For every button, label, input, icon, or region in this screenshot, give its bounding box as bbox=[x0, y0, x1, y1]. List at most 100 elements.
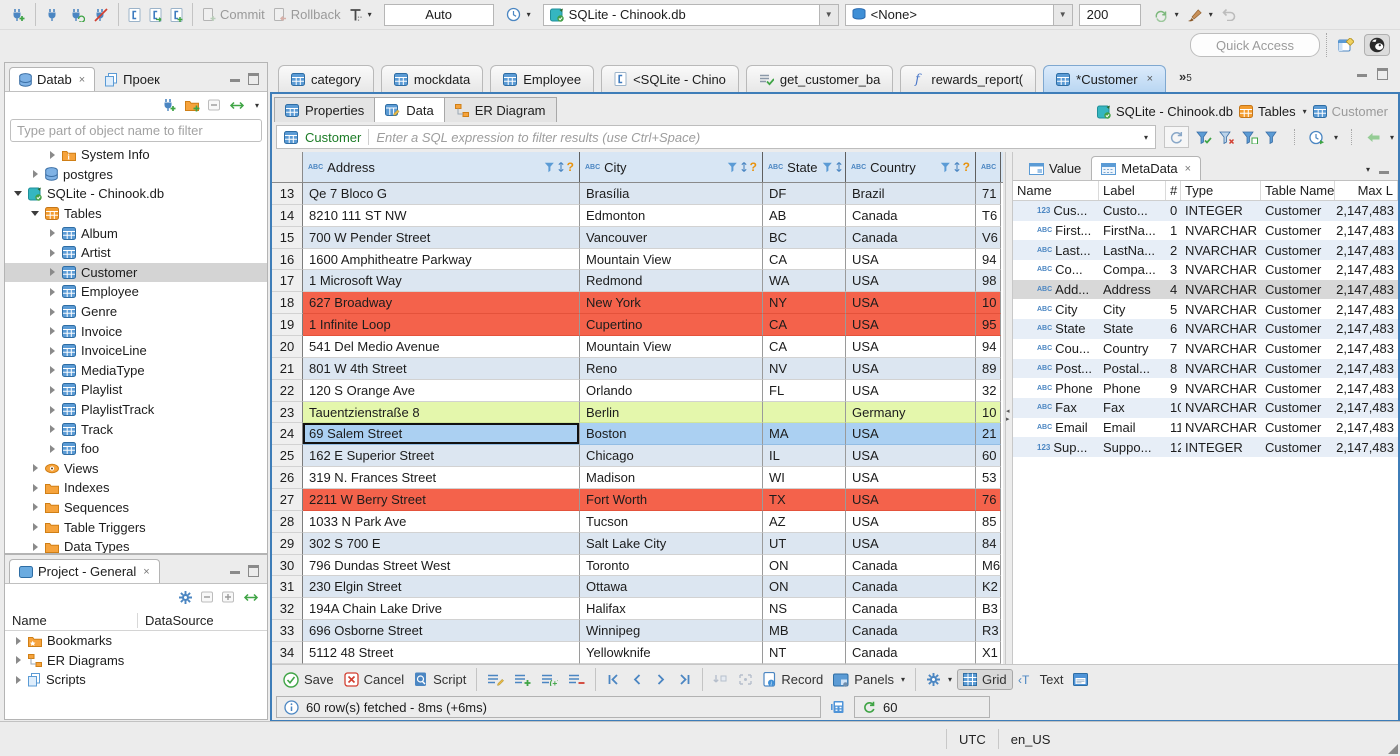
data-cell[interactable]: 94 bbox=[976, 248, 1001, 271]
data-cell[interactable]: ON bbox=[763, 554, 846, 577]
data-cell[interactable]: 8210 111 ST NW bbox=[303, 204, 580, 227]
data-cell[interactable]: 319 N. Frances Street bbox=[303, 467, 580, 490]
tree-item-table-triggers[interactable]: Table Triggers bbox=[5, 517, 267, 537]
expand-arrow-icon[interactable] bbox=[30, 523, 40, 532]
tree-item-data-types[interactable]: Data Types bbox=[5, 537, 267, 553]
data-cell[interactable]: Salt Lake City bbox=[580, 532, 763, 555]
data-cell[interactable]: Toronto bbox=[580, 554, 763, 577]
breadcrumb-item-0[interactable]: SQLite - Chinook.db bbox=[1096, 104, 1233, 119]
data-cell[interactable]: 10 bbox=[976, 401, 1001, 424]
data-cell[interactable]: 21 bbox=[976, 423, 1001, 446]
tab-data[interactable]: Data bbox=[375, 97, 445, 122]
sort-icon[interactable] bbox=[740, 161, 748, 173]
fetch-all-button[interactable] bbox=[733, 671, 758, 688]
editor-tab-rewards-report-[interactable]: f rewards_report( bbox=[900, 65, 1037, 92]
data-cell[interactable]: NY bbox=[763, 292, 846, 315]
expand-arrow-icon[interactable] bbox=[30, 211, 40, 217]
data-cell[interactable]: 69 Salem Street bbox=[303, 423, 580, 446]
expand-arrow-icon[interactable] bbox=[30, 503, 40, 512]
meta-column-label[interactable]: Label bbox=[1099, 181, 1166, 200]
tree-item-system-info[interactable]: i System Info bbox=[5, 145, 267, 165]
expand-arrow-icon[interactable] bbox=[47, 327, 57, 336]
data-cell[interactable]: Canada bbox=[846, 620, 976, 643]
tree-item-employee[interactable]: Employee bbox=[5, 282, 267, 302]
expand-arrow-icon[interactable] bbox=[47, 229, 57, 238]
project-item-bookmarks[interactable]: Bookmarks bbox=[5, 631, 267, 651]
column-header-country[interactable]: ABC Country? bbox=[846, 152, 976, 182]
data-cell[interactable]: Fort Worth bbox=[580, 489, 763, 511]
view-menu-icon[interactable]: ▾ bbox=[255, 101, 259, 110]
data-cell[interactable]: 1 Infinite Loop bbox=[303, 314, 580, 337]
data-cell[interactable]: Boston bbox=[580, 423, 763, 446]
data-cell[interactable]: K2 bbox=[976, 576, 1001, 599]
tree-item-foo[interactable]: foo bbox=[5, 439, 267, 459]
collapse-all-icon[interactable] bbox=[207, 99, 221, 111]
commit-button[interactable]: Commit bbox=[198, 5, 269, 24]
toggle-panel-button[interactable] bbox=[1068, 671, 1093, 688]
data-cell[interactable]: USA bbox=[846, 423, 976, 446]
tree-item-album[interactable]: Album bbox=[5, 223, 267, 243]
data-cell[interactable]: 801 W 4th Street bbox=[303, 357, 580, 380]
expand-arrow-icon[interactable] bbox=[13, 656, 23, 665]
data-cell[interactable]: NS bbox=[763, 598, 846, 621]
project-item-scripts[interactable]: Scripts bbox=[5, 670, 267, 690]
data-cell[interactable]: USA bbox=[846, 445, 976, 468]
tab-value[interactable]: Value bbox=[1019, 156, 1091, 180]
txn-mode-combo[interactable]: Auto bbox=[383, 3, 494, 26]
data-cell[interactable]: 541 Del Medio Avenue bbox=[303, 336, 580, 358]
column-header-state[interactable]: ABCState? bbox=[763, 152, 846, 182]
script-button[interactable]: Script bbox=[409, 670, 471, 689]
tree-item-sequences[interactable]: Sequences bbox=[5, 498, 267, 518]
meta-column-type[interactable]: Type bbox=[1181, 181, 1261, 200]
data-cell[interactable]: V6 bbox=[976, 226, 1001, 249]
connect-button[interactable] bbox=[41, 6, 65, 24]
expand-arrow-icon[interactable] bbox=[47, 366, 57, 375]
data-cell[interactable]: NT bbox=[763, 642, 846, 664]
connection-combo[interactable]: SQLite - Chinook.db ▼ bbox=[542, 3, 839, 26]
data-cell[interactable]: 2211 W Berry Street bbox=[303, 489, 580, 511]
data-cell[interactable]: 194A Chain Lake Drive bbox=[303, 598, 580, 621]
data-cell[interactable]: 71 bbox=[976, 183, 1001, 205]
tree-item-postgres[interactable]: postgres bbox=[5, 165, 267, 185]
data-cell[interactable]: AB bbox=[763, 204, 846, 227]
column-datasource[interactable]: DataSource bbox=[138, 613, 214, 628]
data-cell[interactable]: Halifax bbox=[580, 598, 763, 621]
data-cell[interactable]: Canada bbox=[846, 598, 976, 621]
data-cell[interactable]: MA bbox=[763, 423, 846, 446]
data-cell[interactable]: IL bbox=[763, 445, 846, 468]
data-cell[interactable]: MB bbox=[763, 620, 846, 643]
text-view-button[interactable]: ‹T Text bbox=[1013, 670, 1069, 689]
maximize-icon[interactable] bbox=[248, 73, 259, 85]
filter-funnel-icon[interactable] bbox=[727, 162, 738, 173]
minimize-icon[interactable] bbox=[1357, 74, 1367, 77]
result-settings-button[interactable]: ▾ bbox=[921, 670, 957, 689]
expand-arrow-icon[interactable] bbox=[47, 405, 57, 414]
prev-row-button[interactable] bbox=[625, 671, 649, 688]
data-cell[interactable]: Canada bbox=[846, 642, 976, 664]
panel-resize-handle[interactable]: ◂ ▸ bbox=[1005, 152, 1013, 664]
data-cell[interactable]: 98 bbox=[976, 270, 1001, 293]
tree-item-invoice[interactable]: Invoice bbox=[5, 321, 267, 341]
tree-item-playlist[interactable]: Playlist bbox=[5, 380, 267, 400]
meta-column-table-name[interactable]: Table Name bbox=[1261, 181, 1335, 200]
metadata-row[interactable]: 123 Sup... Suppo... 12 INTEGER Customer 2,147,… bbox=[1013, 437, 1398, 457]
expand-arrow-icon[interactable] bbox=[47, 385, 57, 394]
expand-arrow-icon[interactable] bbox=[30, 464, 40, 473]
sort-icon[interactable] bbox=[953, 161, 961, 173]
data-cell[interactable]: UT bbox=[763, 532, 846, 555]
data-cell[interactable]: 1600 Amphitheatre Parkway bbox=[303, 248, 580, 271]
data-cell[interactable]: T6 bbox=[976, 204, 1001, 227]
metadata-row[interactable]: ABC City City 5 NVARCHAR Customer 2,147,483 bbox=[1013, 299, 1398, 319]
breadcrumb-item-1[interactable]: Tables ▾ bbox=[1239, 104, 1307, 119]
metadata-row[interactable]: ABC Co... Compa... 3 NVARCHAR Customer 2,147,4… bbox=[1013, 260, 1398, 280]
nav-back-icon[interactable] bbox=[1366, 132, 1381, 143]
tree-item-views[interactable]: Views bbox=[5, 459, 267, 479]
metadata-row[interactable]: 123 Cus... Custo... 0 INTEGER Customer 2,147,4… bbox=[1013, 201, 1398, 221]
view-menu-icon[interactable]: ▾ bbox=[1366, 165, 1370, 174]
data-cell[interactable]: 89 bbox=[976, 357, 1001, 380]
new-folder-icon[interactable] bbox=[184, 99, 200, 112]
breadcrumb-item-2[interactable]: Customer bbox=[1312, 104, 1388, 119]
project-item-er-diagrams[interactable]: ER Diagrams bbox=[5, 651, 267, 671]
maximize-icon[interactable] bbox=[1377, 68, 1388, 80]
filter-funnel-icon[interactable] bbox=[544, 162, 555, 173]
